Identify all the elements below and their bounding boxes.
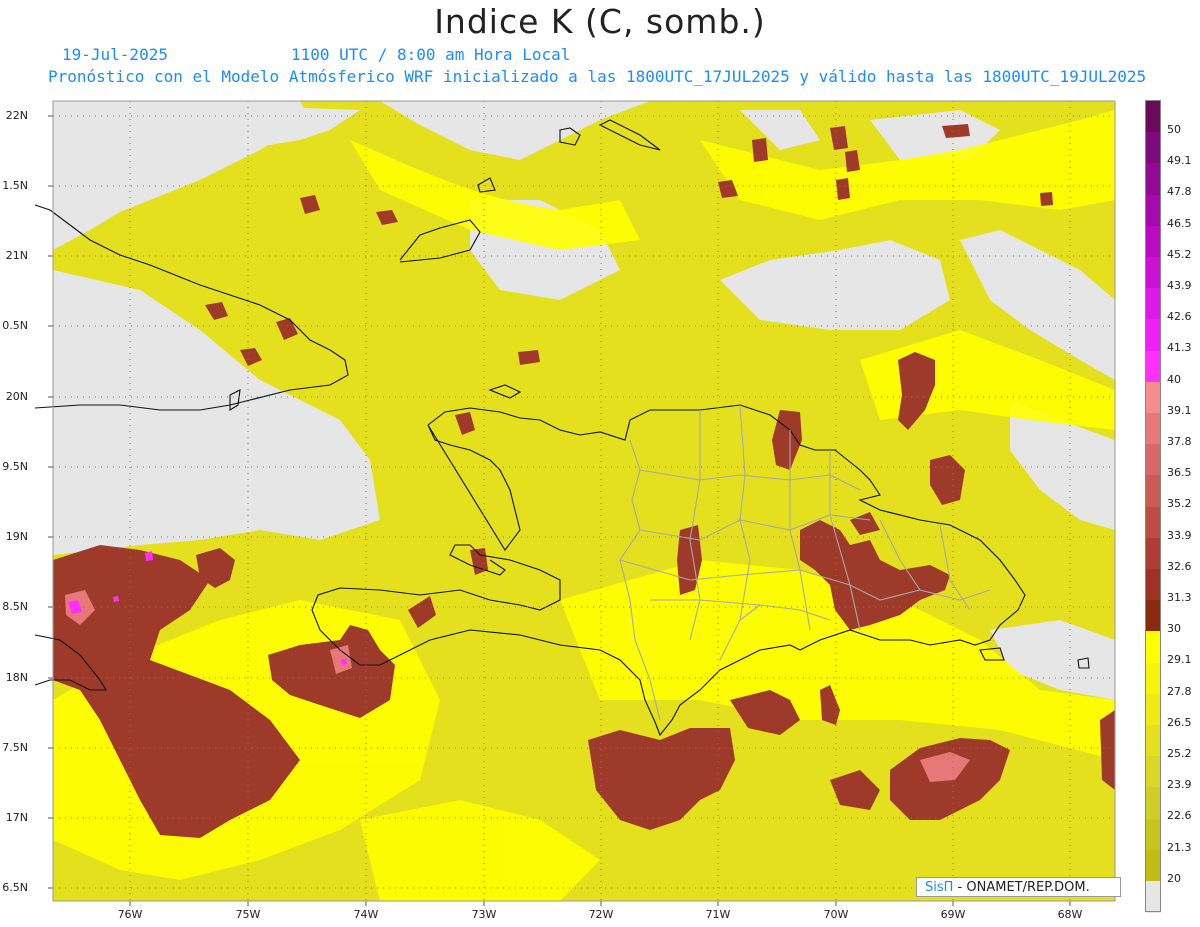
lat-label: 0.5N [2,319,28,332]
lat-label: 21N [5,249,28,262]
colorbar-label: 42.6 [1167,310,1192,324]
colorbar-label: 49.1 [1167,154,1192,168]
colorbar-label: 30 [1167,622,1181,636]
lon-label: 73W [471,908,497,921]
colorbar-label: 43.9 [1167,279,1192,292]
lon-label: 75W [235,908,261,921]
lat-label: 1.5N [2,179,28,192]
colorbar-label: 40 [1167,372,1181,386]
lon-label: 69W [940,908,966,921]
colorbar-label: 50 [1167,123,1181,136]
lat-label: 19N [5,530,28,543]
lat-label: 7.5N [2,741,28,754]
colorbar-label: 26.5 [1167,715,1192,729]
colorbar-label: 39.1 [1167,403,1192,417]
lon-label: 68W [1057,908,1083,921]
lon-label: 74W [353,908,379,921]
colorbar-label: 37.8 [1167,435,1192,448]
colorbar-label: 22.6 [1167,809,1192,823]
lat-label: 20N [5,390,28,403]
k-index-map [34,100,1116,906]
credit-box: SisΠ - ONAMET/REP.DOM. [916,877,1121,897]
lat-label: 22N [5,109,28,122]
colorbar-label: 29.1 [1167,653,1192,667]
colorbar-label: 25.2 [1167,747,1192,760]
lon-label: 76W [117,908,143,921]
credit-text: - ONAMET/REP.DOM. [953,880,1090,895]
lat-label: 18N [5,671,28,684]
lon-label: 70W [823,908,849,921]
lat-label: 8.5N [2,600,28,613]
colorbar-label: 27.8 [1167,684,1192,698]
lat-label: 9.5N [2,460,28,473]
colorbar-label: 35.2 [1167,497,1192,511]
colorbar-label: 47.8 [1167,185,1192,199]
colorbar-label: 31.3 [1167,591,1192,604]
colorbar-frame [1145,100,1161,913]
colorbar-label: 33.9 [1167,528,1192,542]
lon-label: 72W [588,908,614,921]
colorbar-label: 23.9 [1167,778,1192,792]
credit-brand: SisΠ [925,880,954,895]
lon-label: 71W [705,908,731,921]
colorbar-label: 20 [1167,871,1181,885]
colorbar-label: 45.2 [1167,247,1192,261]
colorbar-label: 32.6 [1167,559,1192,573]
colorbar-label: 41.3 [1167,341,1192,355]
colorbar-label: 21.3 [1167,840,1192,854]
lat-label: 17N [5,811,28,824]
colorbar-label: 46.5 [1167,216,1192,230]
lat-label: 6.5N [2,881,28,894]
colorbar-label: 36.5 [1167,466,1192,480]
